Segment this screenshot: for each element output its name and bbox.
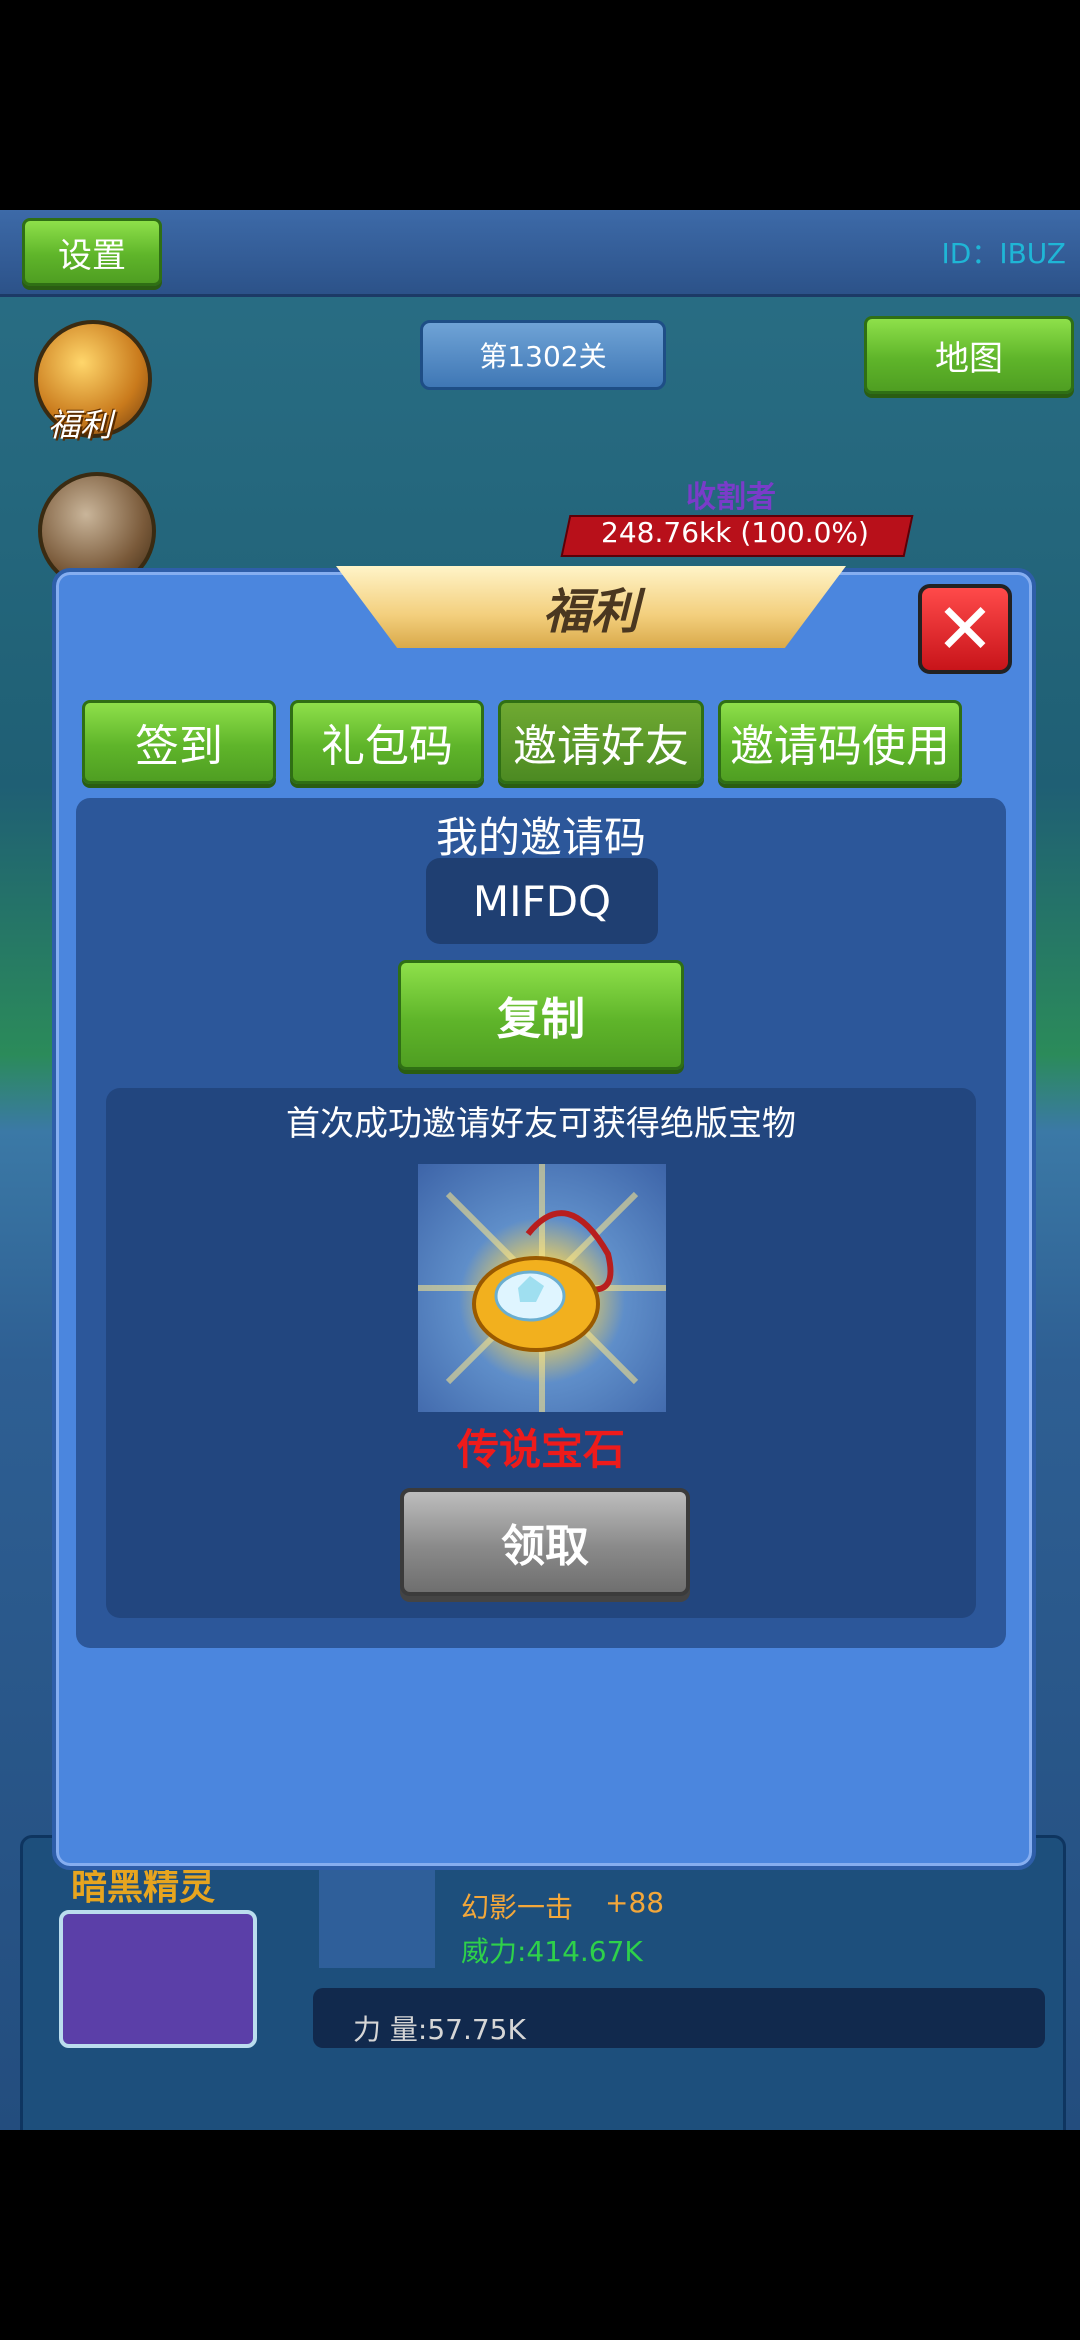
skill-icon	[319, 1868, 435, 1968]
tab-gift-code[interactable]: 礼包码	[290, 700, 484, 784]
my-invite-code-label: 我的邀请码	[435, 813, 646, 862]
invite-code-value: MIFDQ	[426, 858, 658, 944]
skill-bonus: +88	[605, 1886, 665, 1919]
legendary-gem-icon	[418, 1164, 666, 1412]
tab-use-invite-code[interactable]: 邀请码使用	[718, 700, 962, 784]
settings-button[interactable]: 设置	[22, 218, 162, 286]
claim-button[interactable]: 领取	[400, 1488, 690, 1596]
strength-row: 力 量:57.75K	[313, 1988, 1045, 2048]
enemy-name: 收割者	[686, 480, 776, 515]
close-button[interactable]: ✕	[918, 584, 1012, 674]
reward-description: 首次成功邀请好友可获得绝版宝物	[286, 1104, 796, 1144]
close-icon: ✕	[935, 588, 995, 670]
stage-label: 第1302关	[420, 320, 666, 390]
reward-box: 首次成功邀请好友可获得绝版宝物 传说宝石 领取	[106, 1088, 976, 1618]
player-id: ID：IBUZ	[941, 237, 1066, 270]
copy-button[interactable]: 复制	[398, 960, 684, 1070]
enemy-hp-text: 248.76kk (100.0%)	[601, 516, 869, 549]
welfare-side-button[interactable]: 福利	[34, 320, 152, 444]
welfare-modal: 福利 ✕ 签到 礼包码 邀请好友 邀请码使用 我的邀请码 MIFDQ 复制 首次…	[52, 566, 1036, 1870]
tab-invite-friends[interactable]: 邀请好友	[498, 700, 704, 784]
skill-name: 幻影一击	[461, 1891, 574, 1924]
gem-illustration	[418, 1164, 666, 1412]
pet-power: 威力:414.67K	[461, 1935, 643, 1968]
pet-strength: 力 量:57.75K	[353, 2013, 526, 2046]
invite-panel: 我的邀请码 MIFDQ 复制 首次成功邀请好友可获得绝版宝物 传说宝石 领取	[76, 798, 1006, 1648]
map-button[interactable]: 地图	[864, 316, 1074, 394]
modal-title: 福利	[336, 566, 846, 648]
reward-name: 传说宝石	[456, 1425, 625, 1474]
tab-sign-in[interactable]: 签到	[82, 700, 276, 784]
witch-hat-icon[interactable]	[59, 1910, 257, 2048]
top-bar: 设置 ID：IBUZ	[0, 210, 1080, 297]
pet-card: 暗黑精灵 幻影一击 +88 威力:414.67K 力 量:57.75K	[20, 1835, 1066, 2130]
welfare-side-label: 福利	[48, 406, 113, 444]
